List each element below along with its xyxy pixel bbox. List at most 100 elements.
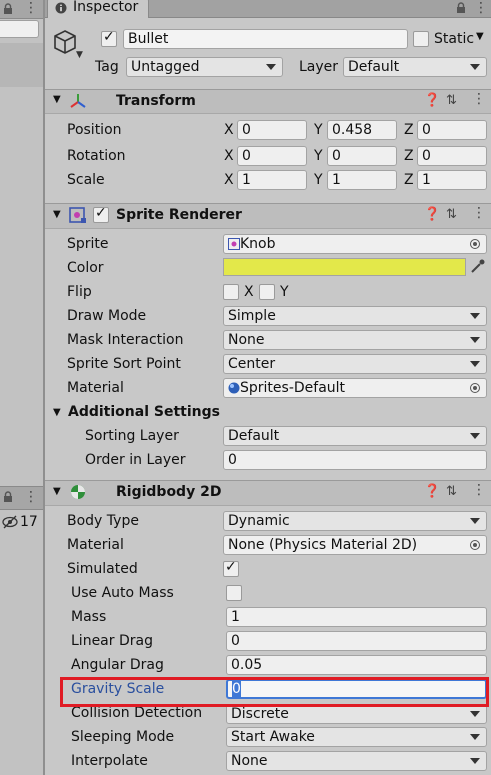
tag-dropdown[interactable]: Untagged [126, 57, 283, 77]
flip-y-label: Y [280, 284, 289, 300]
gameobject-cube-icon[interactable] [52, 29, 78, 57]
foldout-arrow-icon[interactable]: ▼ [53, 209, 61, 220]
chevron-down-icon [470, 711, 480, 717]
axis-z-label[interactable]: Z [404, 171, 414, 189]
axis-y-label[interactable]: Y [314, 147, 323, 165]
gameobject-active-checkbox[interactable]: ✓ [101, 29, 117, 47]
object-picker-icon[interactable] [470, 540, 480, 550]
more-options-icon[interactable]: ⋮ [24, 0, 38, 16]
mask-interaction-dropdown[interactable]: None [223, 330, 487, 350]
sprite-object-field[interactable]: Knob [223, 234, 487, 254]
sorting-layer-dropdown[interactable]: Default [223, 426, 487, 446]
sleeping-mode-dropdown[interactable]: Start Awake [226, 727, 487, 747]
object-picker-icon[interactable] [470, 383, 480, 393]
sorting-layer-label: Sorting Layer [85, 428, 179, 444]
axis-x-label[interactable]: X [224, 121, 234, 139]
flip-label: Flip [67, 284, 92, 300]
help-icon[interactable]: ❓ [424, 207, 440, 223]
static-checkbox[interactable] [413, 31, 429, 47]
sprite-material-field[interactable]: Sprites-Default [223, 378, 487, 398]
hierarchy-search-input[interactable] [0, 20, 39, 38]
chevron-down-icon [470, 758, 480, 764]
mass-label[interactable]: Mass [71, 608, 106, 626]
color-swatch[interactable] [223, 258, 466, 276]
lock-icon[interactable] [2, 3, 14, 15]
help-icon[interactable]: ❓ [424, 93, 440, 109]
body-type-dropdown[interactable]: Dynamic [223, 511, 487, 531]
presets-icon[interactable]: ⇅ [446, 207, 457, 223]
help-icon[interactable]: ❓ [424, 484, 440, 500]
flip-x-checkbox[interactable] [223, 284, 239, 300]
rotation-x-input[interactable]: 0 [237, 146, 307, 166]
presets-icon[interactable]: ⇅ [446, 484, 457, 500]
axis-x-label[interactable]: X [224, 147, 234, 165]
chevron-down-icon [470, 337, 480, 343]
sprite-sort-point-label: Sprite Sort Point [67, 356, 181, 372]
position-z-input[interactable]: 0 [417, 120, 487, 140]
tag-value: Untagged [131, 59, 200, 75]
chevron-down-icon [470, 361, 480, 367]
layer-dropdown[interactable]: Default [343, 57, 487, 77]
axis-z-label[interactable]: Z [404, 147, 414, 165]
flip-y-checkbox[interactable] [259, 284, 275, 300]
more-options-icon[interactable]: ⋮ [472, 482, 486, 498]
hidden-objects-counter[interactable]: 17 [0, 512, 43, 532]
hierarchy-selected-row[interactable] [0, 43, 43, 87]
foldout-arrow-icon[interactable]: ▼ [53, 486, 61, 497]
mass-input[interactable]: 1 [226, 607, 487, 627]
sprite-material-value: Sprites-Default [240, 380, 346, 396]
additional-settings-foldout[interactable]: Additional Settings [68, 403, 220, 421]
interpolate-dropdown[interactable]: None [226, 751, 487, 771]
scale-x-input[interactable]: 1 [237, 170, 307, 190]
scale-z-input[interactable]: 1 [417, 170, 487, 190]
icon-dropdown-caret-icon[interactable]: ▼ [76, 50, 83, 60]
axis-y-label[interactable]: Y [314, 171, 323, 189]
axis-z-label[interactable]: Z [404, 121, 414, 139]
more-options-icon[interactable]: ⋮ [24, 489, 38, 505]
simulated-label: Simulated [67, 561, 138, 577]
position-label[interactable]: Position [67, 121, 122, 139]
sprite-sort-point-dropdown[interactable]: Center [223, 354, 487, 374]
draw-mode-dropdown[interactable]: Simple [223, 306, 487, 326]
rotation-y-input[interactable]: 0 [327, 146, 397, 166]
collision-detection-value: Discrete [231, 706, 289, 722]
rotation-label[interactable]: Rotation [67, 147, 126, 165]
color-label: Color [67, 260, 104, 276]
more-options-icon[interactable]: ⋮ [472, 205, 486, 221]
more-options-icon[interactable]: ⋮ [472, 91, 486, 107]
simulated-checkbox[interactable]: ✓ [223, 559, 239, 577]
rotation-z-input[interactable]: 0 [417, 146, 487, 166]
order-in-layer-label[interactable]: Order in Layer [85, 451, 185, 469]
physics-material-label: Material [67, 537, 124, 553]
lock-icon[interactable] [2, 491, 14, 503]
order-in-layer-input[interactable]: 0 [223, 450, 487, 470]
physics-material-field[interactable]: None (Physics Material 2D) [223, 535, 487, 555]
sprite-material-label: Material [67, 380, 124, 396]
more-options-icon[interactable]: ⋮ [474, 0, 488, 16]
scale-y-input[interactable]: 1 [327, 170, 397, 190]
position-y-input[interactable]: 0.458 [327, 120, 397, 140]
linear-drag-label[interactable]: Linear Drag [71, 632, 153, 650]
linear-drag-input[interactable]: 0 [226, 631, 487, 651]
axis-x-label[interactable]: X [224, 171, 234, 189]
angular-drag-label[interactable]: Angular Drag [71, 656, 164, 674]
static-dropdown-caret-icon[interactable]: ▼ [476, 31, 484, 42]
foldout-arrow-icon[interactable]: ▼ [53, 94, 61, 105]
inspector-tab[interactable]: Inspector [47, 0, 149, 18]
angular-drag-input[interactable]: 0.05 [226, 655, 487, 675]
chevron-down-icon [470, 64, 480, 70]
collision-detection-dropdown[interactable]: Discrete [226, 704, 487, 724]
object-picker-icon[interactable] [470, 239, 480, 249]
eyedropper-icon[interactable] [470, 258, 486, 274]
sprite-renderer-enabled-checkbox[interactable]: ✓ [93, 205, 109, 223]
foldout-arrow-icon[interactable]: ▼ [53, 407, 61, 418]
axis-y-label[interactable]: Y [314, 121, 323, 139]
sleeping-mode-value: Start Awake [231, 729, 315, 745]
use-auto-mass-checkbox[interactable] [226, 585, 242, 601]
lock-icon[interactable] [455, 2, 467, 14]
position-x-input[interactable]: 0 [237, 120, 307, 140]
material-sphere-icon [228, 382, 240, 394]
presets-icon[interactable]: ⇅ [446, 93, 457, 109]
gameobject-name-input[interactable]: Bullet [123, 29, 408, 49]
scale-label[interactable]: Scale [67, 171, 105, 189]
